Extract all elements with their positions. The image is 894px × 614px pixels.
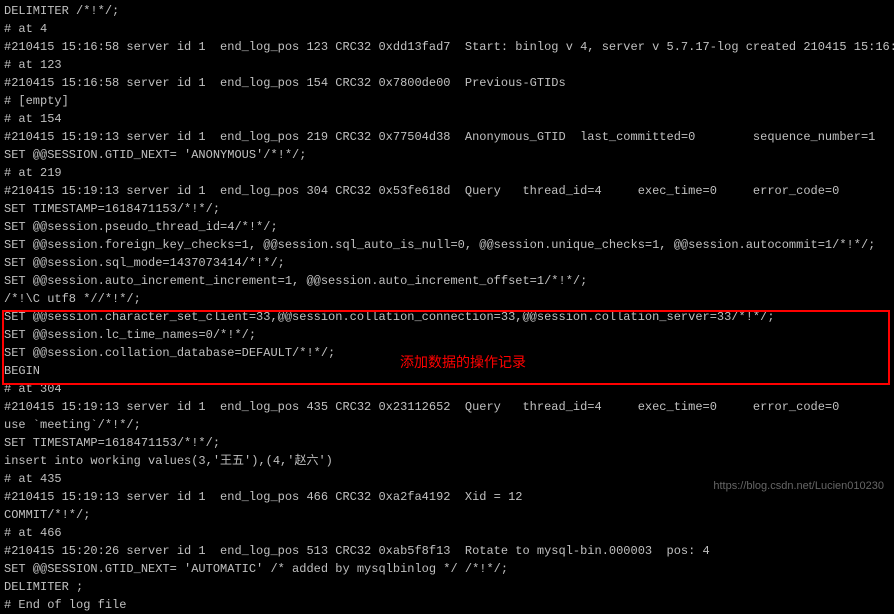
log-line: # End of log file [4,596,890,614]
log-line: COMMIT/*!*/; [4,506,890,524]
log-line: # at 466 [4,524,890,542]
log-line: DELIMITER ; [4,578,890,596]
log-line: DELIMITER /*!*/; [4,2,890,20]
log-line: SET @@session.sql_mode=1437073414/*!*/; [4,254,890,272]
terminal-output: DELIMITER /*!*/; # at 4 #210415 15:16:58… [4,2,890,614]
log-line: SET @@session.lc_time_names=0/*!*/; [4,326,890,344]
log-line: # at 123 [4,56,890,74]
log-line: # at 304 [4,380,890,398]
log-line: # at 219 [4,164,890,182]
log-line: SET @@session.pseudo_thread_id=4/*!*/; [4,218,890,236]
log-line: # at 154 [4,110,890,128]
log-line: /*!\C utf8 *//*!*/; [4,290,890,308]
log-line: SET TIMESTAMP=1618471153/*!*/; [4,434,890,452]
log-line: #210415 15:16:58 server id 1 end_log_pos… [4,38,890,56]
log-line: insert into working values(3,'王五'),(4,'赵… [4,452,890,470]
annotation-text: 添加数据的操作记录 [400,352,526,373]
log-line: #210415 15:19:13 server id 1 end_log_pos… [4,128,890,146]
log-line: #210415 15:16:58 server id 1 end_log_pos… [4,74,890,92]
log-line: #210415 15:19:13 server id 1 end_log_pos… [4,398,890,416]
log-line: #210415 15:20:26 server id 1 end_log_pos… [4,542,890,560]
log-line: SET @@session.character_set_client=33,@@… [4,308,890,326]
log-line: SET @@session.auto_increment_increment=1… [4,272,890,290]
watermark: https://blog.csdn.net/Lucien010230 [713,478,884,495]
log-line: #210415 15:19:13 server id 1 end_log_pos… [4,182,890,200]
log-line: use `meeting`/*!*/; [4,416,890,434]
log-line: SET @@SESSION.GTID_NEXT= 'AUTOMATIC' /* … [4,560,890,578]
log-line: # at 4 [4,20,890,38]
log-line: SET @@SESSION.GTID_NEXT= 'ANONYMOUS'/*!*… [4,146,890,164]
log-line: SET @@session.foreign_key_checks=1, @@se… [4,236,890,254]
log-line: SET TIMESTAMP=1618471153/*!*/; [4,200,890,218]
log-line: # [empty] [4,92,890,110]
